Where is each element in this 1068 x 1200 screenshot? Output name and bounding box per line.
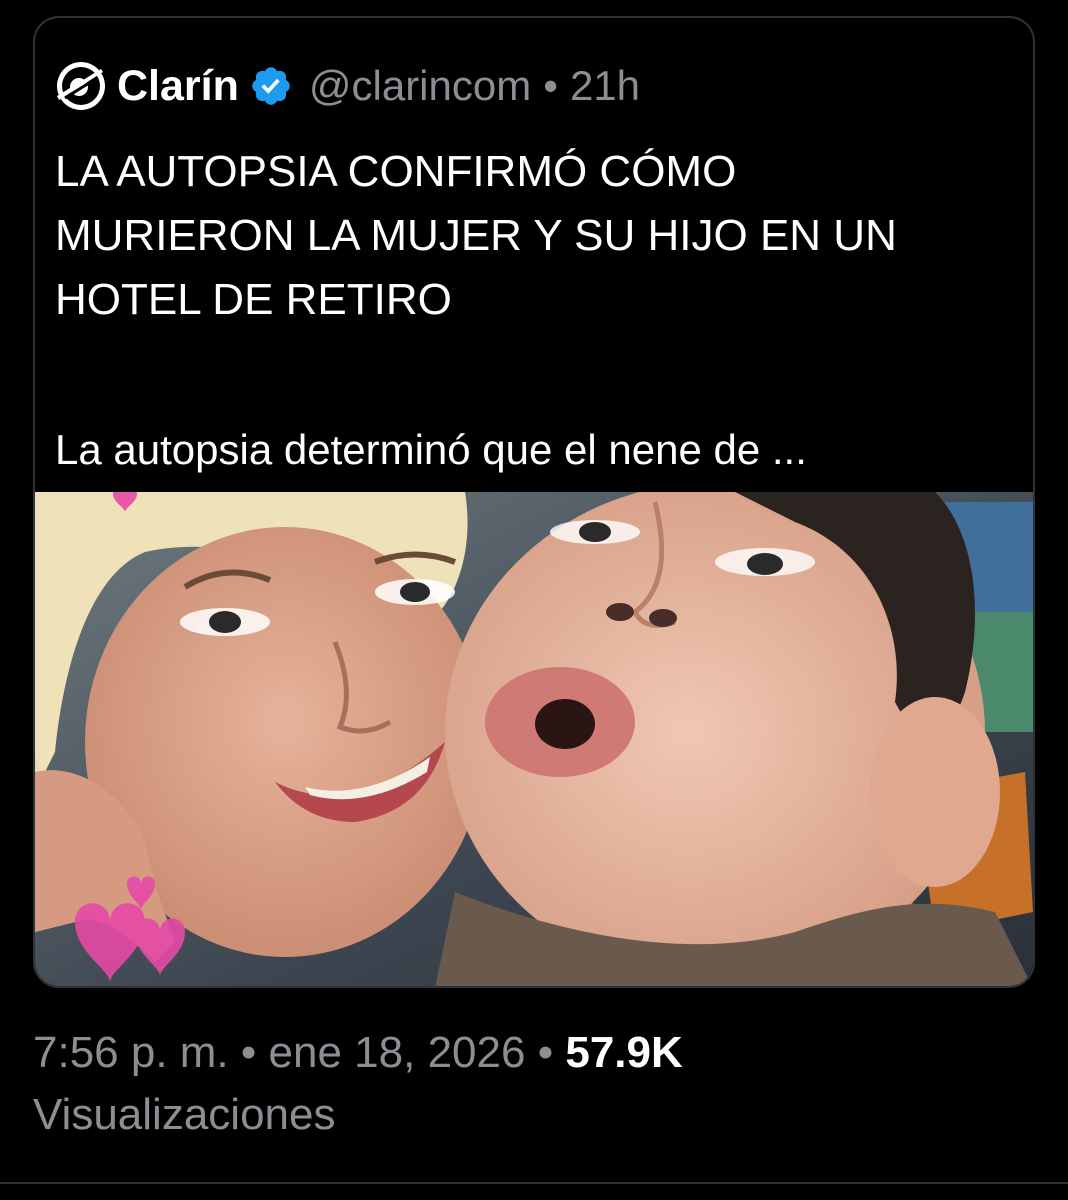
divider bbox=[0, 1182, 1068, 1184]
views-count: 57.9K bbox=[565, 1028, 683, 1077]
tweet-card[interactable]: Clarín @clarincom • 21h LA AUTOPSIA CONF… bbox=[33, 16, 1035, 988]
meta-row: 7:56 p. m. • ene 18, 2026 • 57.9K bbox=[33, 1022, 683, 1084]
tweet-meta: 7:56 p. m. • ene 18, 2026 • 57.9K Visual… bbox=[33, 1022, 683, 1146]
post-date[interactable]: ene 18, 2026 bbox=[269, 1028, 526, 1077]
verified-badge-icon bbox=[252, 67, 290, 105]
tweet-summary: La autopsia determinó que el nene de ... bbox=[55, 426, 807, 473]
relative-time[interactable]: 21h bbox=[570, 62, 640, 110]
tweet-photo[interactable] bbox=[35, 492, 1033, 988]
clarin-logo-icon[interactable] bbox=[55, 60, 107, 112]
tweet-header: Clarín @clarincom • 21h bbox=[55, 58, 640, 114]
header-separator: • bbox=[543, 62, 558, 109]
views-label: Visualizaciones bbox=[33, 1090, 336, 1139]
headline-line: HOTEL DE RETIRO bbox=[55, 275, 452, 324]
tweet-headline: LA AUTOPSIA CONFIRMÓ CÓMO MURIERON LA MU… bbox=[55, 140, 1015, 332]
meta-separator: • bbox=[240, 1028, 257, 1077]
author-handle[interactable]: @clarincom bbox=[309, 62, 531, 110]
meta-separator: • bbox=[537, 1028, 554, 1077]
headline-line: MURIERON LA MUJER Y SU HIJO EN UN bbox=[55, 211, 897, 260]
post-time[interactable]: 7:56 p. m. bbox=[33, 1028, 229, 1077]
headline-line: LA AUTOPSIA CONFIRMÓ CÓMO bbox=[55, 147, 737, 196]
author-name[interactable]: Clarín bbox=[117, 62, 239, 111]
